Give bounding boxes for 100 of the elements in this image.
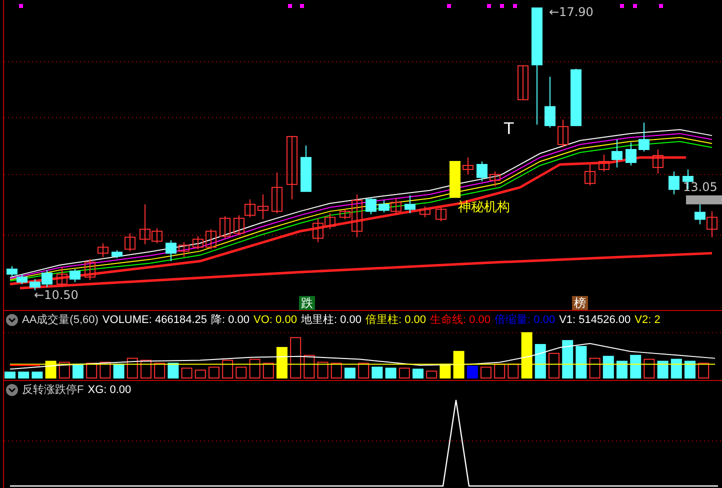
candlestick (378, 200, 390, 213)
volume-bar (657, 360, 668, 379)
indicator-reading: VOLUME: 466184.25 (102, 314, 207, 326)
volume-bar (86, 362, 98, 379)
candlestick (612, 139, 622, 168)
candlestick (112, 250, 122, 259)
candlestick (694, 204, 706, 225)
chevron-down-icon[interactable] (6, 384, 18, 396)
volume-bar (684, 360, 696, 379)
volume-bar (644, 358, 655, 379)
volume-bar (276, 346, 288, 379)
volume-bar (154, 362, 166, 379)
candlestick (584, 164, 596, 186)
candlestick (234, 214, 244, 236)
volume-bar (576, 346, 587, 379)
volume-bar (494, 364, 506, 379)
volume-bar (45, 360, 56, 379)
chevron-down-icon[interactable] (6, 314, 18, 326)
candlestick (518, 65, 528, 100)
candlestick (598, 154, 610, 172)
indicator-reading: 降: 0.00 (211, 313, 250, 327)
volume-bar (630, 354, 642, 379)
candlestick (56, 266, 68, 288)
candlestick (420, 206, 430, 218)
chart-annotation: 神秘机构 (458, 201, 510, 215)
volume-bar (453, 350, 464, 379)
candlestick (300, 145, 312, 192)
indicator-reading: 地里柱: 0.00 (300, 313, 362, 327)
candlestick (16, 274, 28, 285)
high-price-label: ←17.90 (549, 5, 594, 19)
volume-bar (222, 360, 234, 379)
volume-bar (18, 372, 30, 379)
volume-bar (168, 362, 179, 379)
volume-bar (562, 340, 574, 379)
volume-bar (698, 362, 710, 379)
volume-bar (181, 368, 192, 379)
volume-bar (126, 358, 138, 379)
volume-bar (508, 364, 519, 379)
indicator-title: 反转涨跌停F (22, 383, 84, 397)
volume-bar (317, 362, 328, 379)
indicator-reading: XG: 0.00 (88, 384, 132, 396)
volume-bar (602, 356, 614, 379)
candlestick (570, 68, 582, 126)
last-price-label: 13.05 (683, 180, 718, 194)
indicator-reading: V1: 514526.00 (559, 314, 631, 326)
volume-bar (330, 362, 342, 379)
candlestick (462, 157, 474, 175)
volume-bar (521, 332, 532, 379)
candlestick (70, 268, 80, 283)
volume-bar (194, 370, 206, 379)
indicator-reading: 生命线: 0.00 (430, 313, 491, 327)
volume-bar (534, 344, 546, 379)
volume-bar (466, 366, 478, 379)
candlestick (652, 149, 664, 174)
indicator-reading: VO: 0.00 (254, 314, 297, 326)
volume-bar (32, 372, 43, 379)
signal-badge: 榜 (572, 296, 588, 310)
candlestick (490, 170, 500, 187)
volume-bar (113, 364, 124, 379)
volume-bar (344, 368, 356, 379)
low-price-label: ←10.50 (34, 288, 78, 302)
volume-bar (236, 366, 247, 379)
volume-bar (548, 352, 560, 379)
price-marker-bar (686, 195, 722, 204)
candlestick (258, 194, 268, 220)
volume-bar (670, 358, 682, 379)
candlestick (178, 242, 190, 258)
indicator-reading: V2: 2 (634, 314, 660, 326)
volume-bar (616, 360, 628, 379)
volume-bar (58, 362, 70, 379)
candlestick (366, 196, 376, 215)
candlestick (450, 160, 460, 198)
volume-bar (100, 362, 111, 379)
indicator-reading: 倍缩量: 0.00 (494, 312, 556, 327)
volume-bar (480, 366, 492, 379)
candlestick (192, 236, 204, 250)
volume-bar (4, 372, 16, 379)
candlestick (84, 258, 96, 281)
candlestick (124, 232, 136, 252)
volume-bar (72, 364, 84, 379)
volume-bar (398, 368, 410, 379)
volume-bar (358, 362, 370, 379)
candlestick (436, 206, 446, 222)
volume-bar (262, 362, 274, 379)
candlestick (166, 240, 176, 262)
indicator-reading: 倍里柱: 0.00 (365, 313, 426, 327)
candlestick (404, 194, 416, 214)
candlestick (98, 242, 108, 258)
candlestick (706, 210, 718, 238)
volume-bar (140, 360, 152, 379)
candlestick (6, 266, 18, 277)
candlestick (476, 160, 488, 182)
candlestick (220, 216, 230, 239)
candlestick (390, 198, 402, 215)
chart-mark: T (504, 120, 514, 138)
candlestick (638, 122, 650, 152)
indicator-title: AA成交量(5,60) (22, 312, 98, 327)
candlestick (206, 228, 216, 250)
candlestick (544, 76, 556, 128)
candlestick (286, 136, 298, 200)
